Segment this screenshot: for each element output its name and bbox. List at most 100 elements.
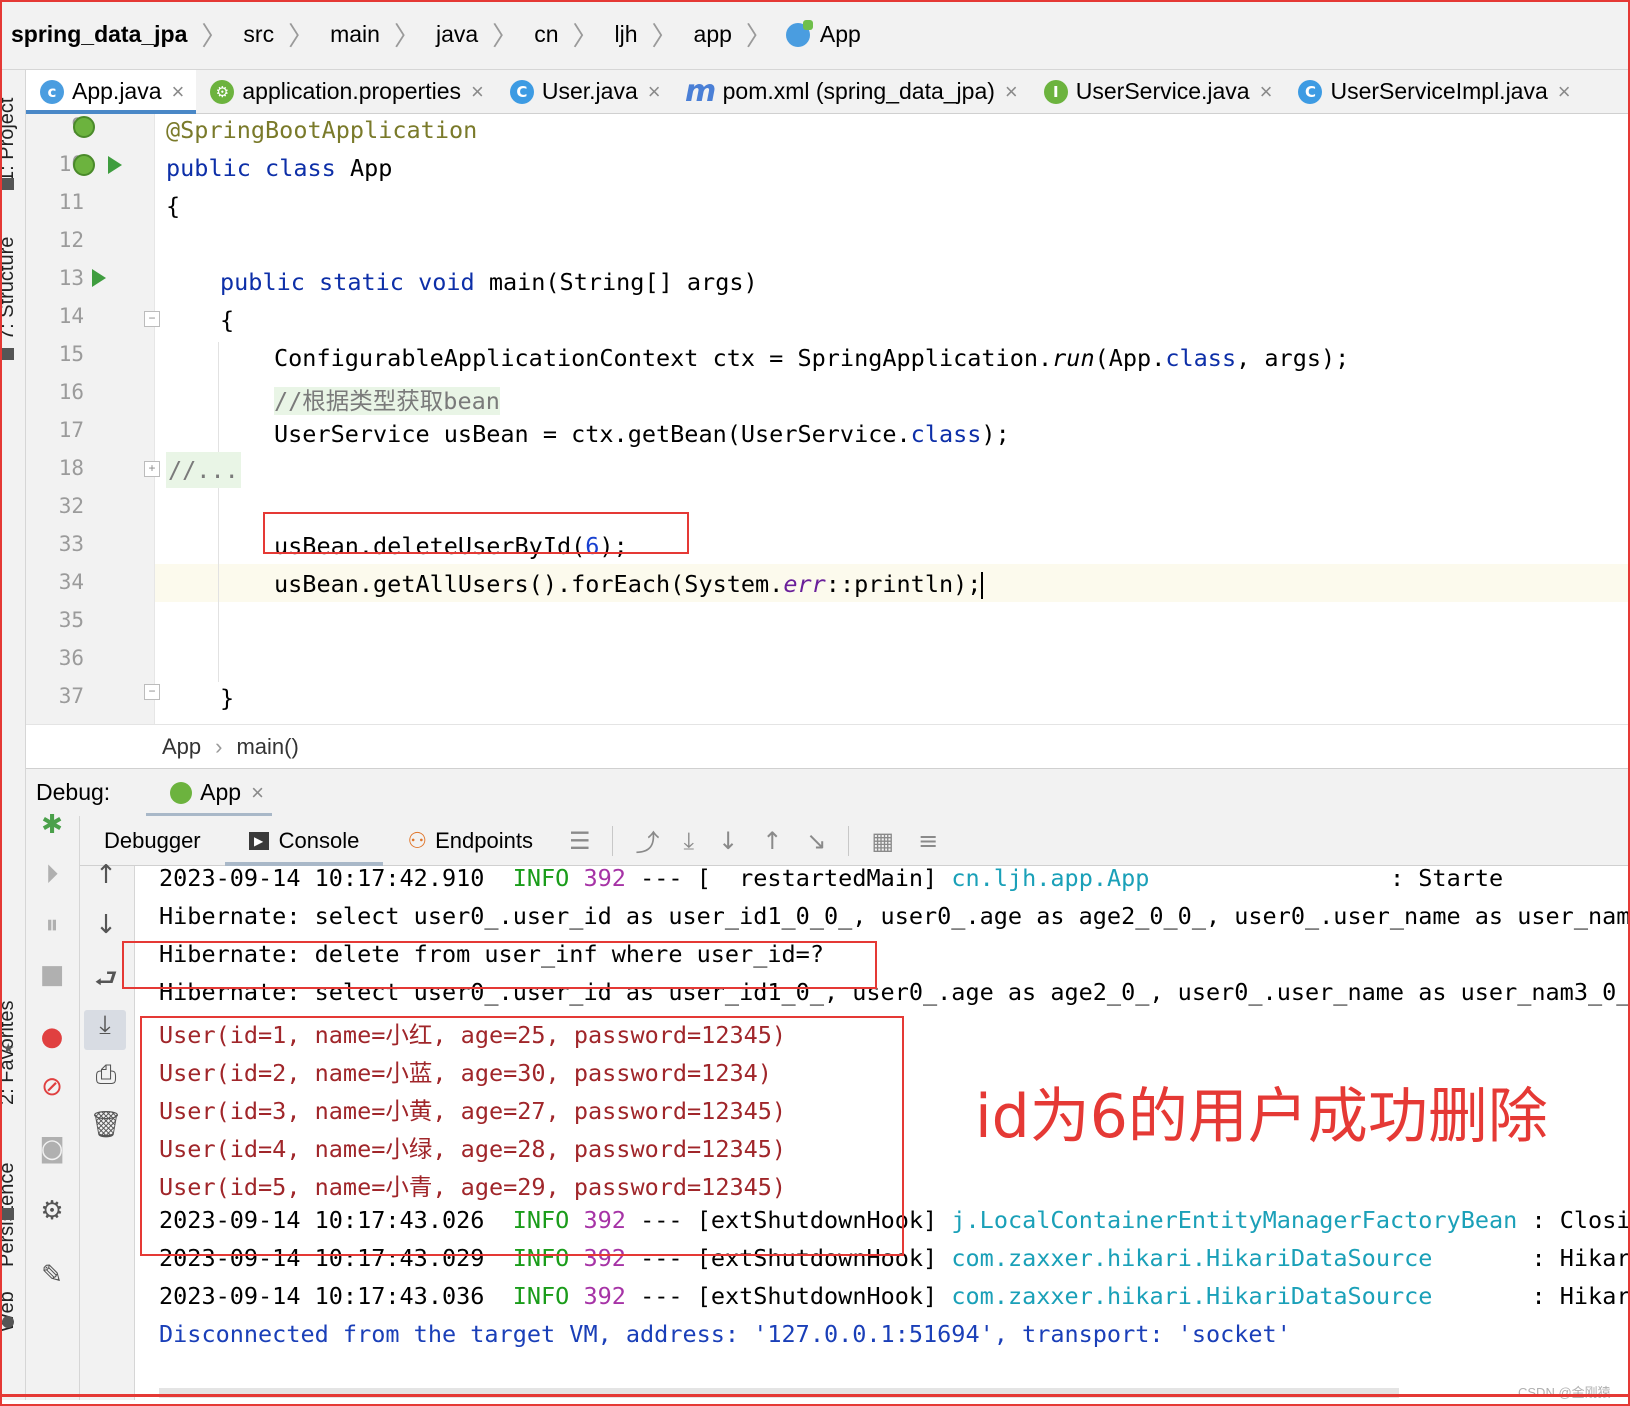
tab-endpoints[interactable]: ⚇ Endpoints xyxy=(383,816,557,866)
fold-icon[interactable]: − xyxy=(144,684,160,700)
close-icon[interactable]: × xyxy=(471,79,484,105)
highlight-box-delete-sql xyxy=(122,941,877,989)
pin-icon[interactable]: ✎ xyxy=(32,1260,72,1290)
breadcrumb-separator-icon: 〉 xyxy=(492,21,519,51)
class-icon: C xyxy=(509,79,534,104)
code-line-15: ConfigurableApplicationContext ctx = Spr… xyxy=(274,344,1349,372)
breadcrumb-item-app-class[interactable]: App xyxy=(785,19,863,48)
camera-icon[interactable]: ◙ xyxy=(32,1134,72,1164)
log-logger[interactable]: cn.ljh.app.App xyxy=(951,866,1149,892)
breadcrumb-item-src[interactable]: src xyxy=(241,21,276,48)
resume-icon[interactable]: ⏵ xyxy=(32,860,72,891)
stop-icon[interactable]: ■ xyxy=(32,960,72,990)
code-text: usBean.getAllUsers().forEach(System. xyxy=(274,570,784,598)
fold-icon[interactable]: − xyxy=(144,311,160,327)
debug-actions-strip: ✱ ⏵ ⏸ ■ ● ⊘ ◙ ⚙ ✎ xyxy=(26,810,80,1400)
tab-app-java[interactable]: c App.java × xyxy=(26,70,197,114)
close-icon[interactable]: × xyxy=(648,79,661,105)
code-editor[interactable]: 9 10 11 12 13 14 15 16 17 18 32 33 34 35… xyxy=(26,114,1630,724)
log-logger[interactable]: com.zaxxer.hikari.HikariDataSource xyxy=(951,1282,1432,1310)
tab-debugger[interactable]: Debugger xyxy=(80,816,225,866)
structure-tool-button[interactable]: 7: Structure xyxy=(0,237,19,340)
breadcrumb-item-java[interactable]: java xyxy=(434,21,480,48)
pause-icon[interactable]: ⏸ xyxy=(32,910,72,941)
step-into-icon[interactable]: ↓ xyxy=(718,827,738,855)
step-over-icon[interactable]: ⤓ xyxy=(683,827,694,855)
spring-run-config-icon xyxy=(170,781,193,804)
tab-pom-xml[interactable]: m pom.xml (spring_data_jpa) × xyxy=(673,70,1030,113)
code-comment: //根据类型获取bean xyxy=(274,387,500,415)
breadcrumb-item-ljh[interactable]: ljh xyxy=(613,21,640,48)
run-icon[interactable] xyxy=(92,269,106,287)
class-icon: C xyxy=(1298,79,1323,104)
spring-bean-icon[interactable] xyxy=(73,116,95,138)
folded-comment[interactable]: //... xyxy=(166,452,241,488)
close-icon[interactable]: × xyxy=(172,79,185,105)
keyword: class xyxy=(265,154,336,182)
tab-label: Endpoints xyxy=(435,827,533,853)
breadcrumb-item-project[interactable]: spring_data_jpa xyxy=(9,21,189,48)
run-icon[interactable] xyxy=(108,156,122,174)
keyword: public static void xyxy=(220,268,475,296)
soft-wrap-icon[interactable]: ⮐ xyxy=(86,960,126,1004)
highlight-box-delete-call xyxy=(263,512,689,554)
spring-class-icon xyxy=(785,19,813,47)
trace-icon[interactable]: ≡ xyxy=(918,827,938,855)
evaluate-expression-icon[interactable]: ▦ xyxy=(871,827,894,855)
tab-user-java[interactable]: C User.java × xyxy=(496,70,673,113)
fold-expand-icon[interactable]: + xyxy=(144,461,160,477)
trash-icon[interactable]: 🗑 xyxy=(86,1110,126,1140)
log-thread: [ restartedMain] xyxy=(696,866,938,892)
view-breakpoints-icon[interactable]: ● xyxy=(32,1022,72,1052)
tab-label: User.java xyxy=(541,78,638,104)
log-level: INFO xyxy=(512,1282,570,1310)
spring-bean-icon[interactable] xyxy=(73,154,95,176)
code-line-14: { xyxy=(220,306,235,334)
code-line-34: usBean.getAllUsers().forEach(System.err:… xyxy=(274,570,984,599)
line-number: 35 xyxy=(58,608,84,632)
tab-userserviceimpl-java[interactable]: C UserServiceImpl.java × xyxy=(1284,70,1582,113)
breadcrumb-item-app-package[interactable]: app xyxy=(692,21,734,48)
persistence-tool-icon xyxy=(2,1208,14,1220)
breadcrumb-item-cn[interactable]: cn xyxy=(532,21,560,48)
show-execution-point-icon[interactable]: ⤴ xyxy=(635,823,659,858)
line-number: 13 xyxy=(58,266,84,290)
scroll-to-end-icon[interactable]: ⤓ xyxy=(84,1010,126,1050)
line-number: 18 xyxy=(58,456,84,480)
breadcrumb-separator-icon: 〉 xyxy=(393,21,420,51)
debug-session-tab[interactable]: App × xyxy=(146,769,272,817)
editor-breadcrumb-class[interactable]: App xyxy=(162,734,201,760)
editor-breadcrumb-method[interactable]: main() xyxy=(236,734,298,760)
print-icon[interactable]: ⎙ xyxy=(86,1060,126,1091)
log-logger[interactable]: com.zaxxer.hikari.HikariDataSource xyxy=(951,1244,1432,1272)
layout-icon[interactable]: ☰ xyxy=(569,827,591,855)
tab-console[interactable]: ▶ Console xyxy=(224,816,384,866)
debug-bug-icon: ✱ xyxy=(41,810,63,840)
tab-application-properties[interactable]: ⚙ application.properties × xyxy=(196,70,496,113)
breadcrumb-separator-icon: 〉 xyxy=(745,21,772,51)
step-out-icon[interactable]: ↑ xyxy=(762,827,782,855)
log-timestamp: 2023-09-14 10:17:42.910 xyxy=(159,866,485,892)
close-icon[interactable]: × xyxy=(1260,79,1273,105)
close-icon[interactable]: × xyxy=(251,780,264,806)
tab-label: UserServiceImpl.java xyxy=(1330,78,1548,104)
spring-properties-icon: ⚙ xyxy=(210,79,235,104)
code-line-18[interactable]: //... xyxy=(166,452,241,488)
gear-icon[interactable]: ⚙ xyxy=(32,1196,72,1226)
console-line: Disconnected from the target VM, address… xyxy=(159,1320,1291,1348)
down-arrow-icon[interactable]: ↓ xyxy=(86,910,126,940)
tab-userservice-java[interactable]: I UserService.java × xyxy=(1030,70,1285,113)
close-icon[interactable]: × xyxy=(1005,79,1018,105)
log-thread: [extShutdownHook] xyxy=(696,1282,938,1310)
run-to-cursor-icon[interactable]: ↘ xyxy=(806,827,826,855)
project-tool-button[interactable]: 1: Project xyxy=(0,98,19,182)
keyword: public xyxy=(166,154,251,182)
code-line-11: { xyxy=(166,192,181,220)
code-line-16: //根据类型获取bean xyxy=(274,382,500,416)
close-icon[interactable]: × xyxy=(1558,79,1571,105)
up-arrow-icon[interactable]: ↑ xyxy=(86,860,126,890)
breadcrumb-item-main[interactable]: main xyxy=(328,21,382,48)
mute-breakpoints-icon[interactable]: ⊘ xyxy=(32,1072,72,1102)
ide-window: spring_data_jpa 〉 src 〉 main 〉 java 〉 cn… xyxy=(0,0,1630,1406)
log-logger[interactable]: j.LocalContainerEntityManagerFactoryBean xyxy=(951,1206,1517,1234)
